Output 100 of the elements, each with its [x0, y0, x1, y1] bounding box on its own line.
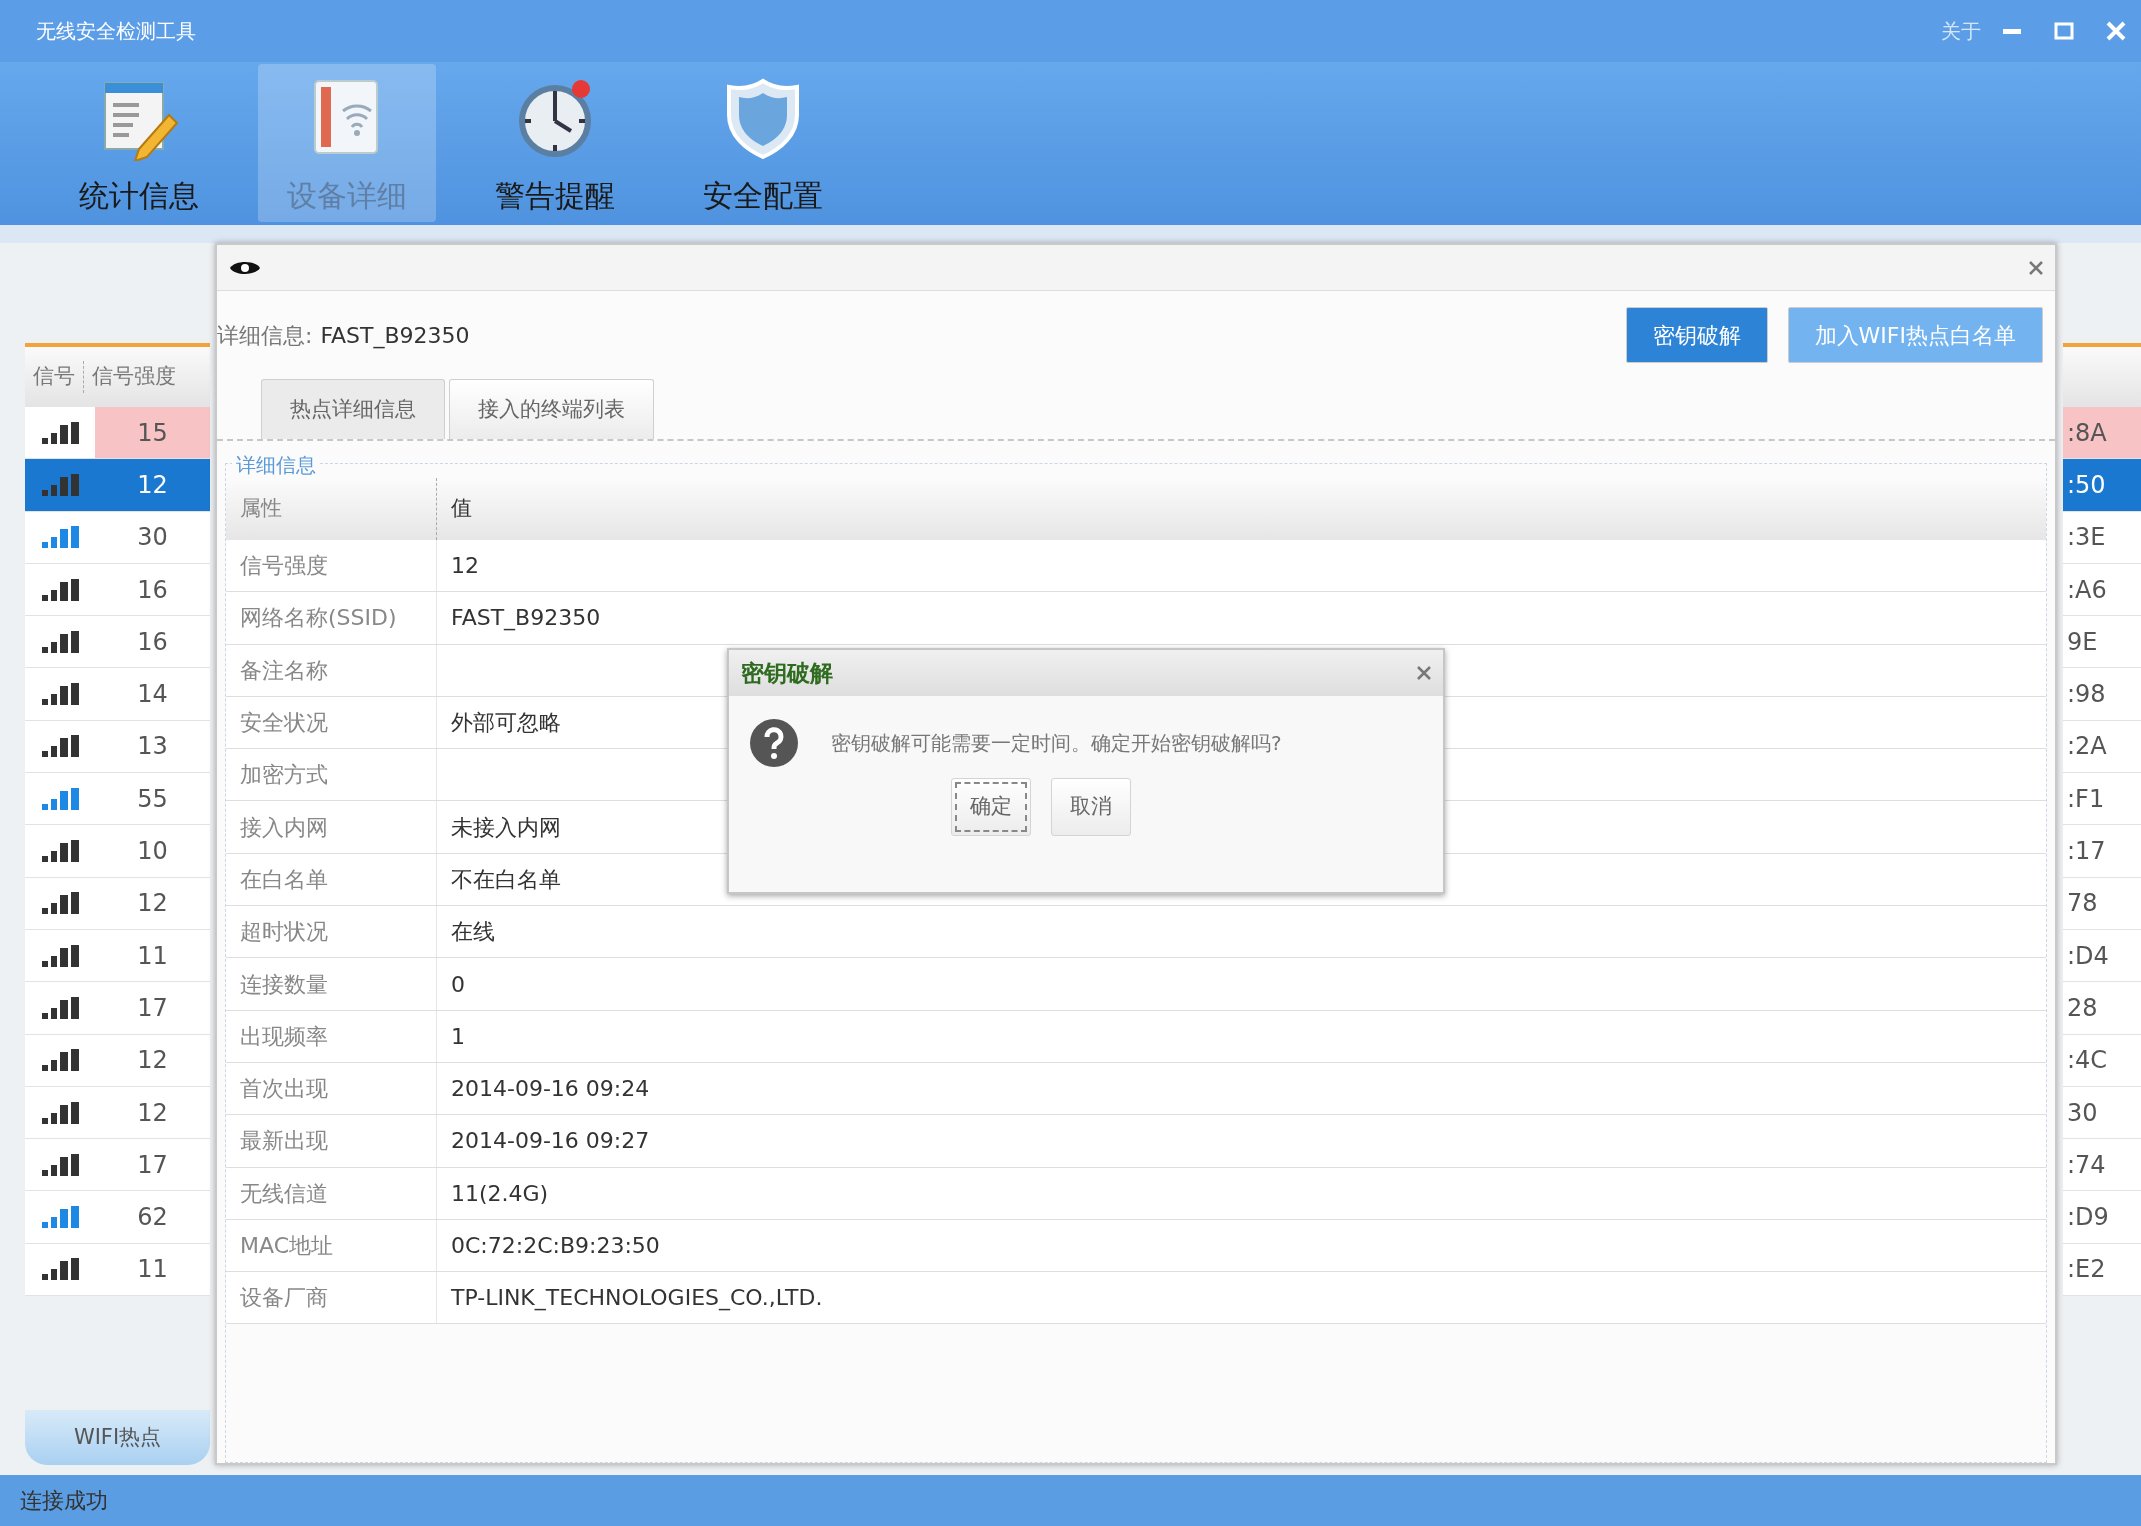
table-row[interactable]: :F1 — [2063, 773, 2141, 826]
table-row[interactable]: 12 — [25, 877, 210, 930]
table-cell-text: :D4 — [2067, 940, 2109, 972]
property-label: 在白名单 — [240, 866, 328, 892]
table-row[interactable]: 9E — [2063, 616, 2141, 669]
property-value: 12 — [451, 552, 479, 581]
table-row[interactable]: 12 — [25, 1086, 210, 1140]
table-row[interactable]: 15 — [25, 407, 210, 460]
table-row[interactable]: 16 — [25, 563, 210, 617]
table-cell-text: :4C — [2067, 1045, 2108, 1077]
table-row[interactable]: 30 — [25, 511, 210, 564]
tab[interactable]: WIFI热点 — [25, 1410, 210, 1465]
table-cell-text: :50 — [2067, 469, 2106, 501]
table-cell-text: 17 — [137, 992, 168, 1024]
table-cell-text: :F1 — [2067, 783, 2105, 815]
property-value: 2014-09-16 09:27 — [451, 1127, 650, 1156]
table-row[interactable]: :50 — [2063, 459, 2141, 512]
property-value: 0C:72:2C:B9:23:50 — [451, 1232, 660, 1260]
table-cell-text: 14 — [137, 679, 168, 711]
table-row[interactable]: 16 — [25, 616, 210, 669]
property-label: 加密方式 — [240, 762, 328, 788]
property-label: 设备厂商 — [240, 1285, 328, 1311]
dialog-button[interactable]: 取消 — [1051, 778, 1131, 836]
column-header: 信号强度 — [91, 363, 176, 391]
property-label: 超时状况 — [240, 919, 328, 945]
table-cell-text: 9E — [2067, 626, 2098, 658]
table-cell-text: 12 — [137, 1045, 168, 1077]
table-row[interactable]: 30 — [2063, 1086, 2141, 1140]
table-row[interactable]: :D9 — [2063, 1191, 2141, 1244]
window-title: 无线安全检测工具 — [36, 18, 196, 45]
table-cell-text: :3E — [2067, 522, 2106, 554]
property-value: 在线 — [451, 918, 495, 947]
table-cell-text: 12 — [137, 888, 168, 920]
table-row[interactable]: :4C — [2063, 1034, 2141, 1087]
table-cell-text: :D9 — [2067, 1202, 2109, 1234]
property-label: 信号强度 — [240, 553, 328, 579]
table-row[interactable]: :98 — [2063, 668, 2141, 721]
property-value: 0 — [451, 970, 465, 999]
table-row[interactable]: 13 — [25, 720, 210, 774]
table-cell-text: :8A — [2067, 417, 2107, 449]
table-row[interactable]: :3E — [2063, 511, 2141, 564]
property-label: 网络名称(SSID) — [240, 605, 397, 631]
table-cell-text: 11 — [137, 1254, 168, 1286]
table-row[interactable]: :74 — [2063, 1139, 2141, 1192]
table-row[interactable]: 28 — [2063, 982, 2141, 1035]
table-row[interactable]: 12 — [25, 1034, 210, 1087]
table-row[interactable]: :17 — [2063, 825, 2141, 878]
ssid-text: FAST_B92350 — [320, 321, 470, 351]
table-row[interactable]: :D4 — [2063, 929, 2141, 983]
property-label: 无线信道 — [240, 1180, 328, 1206]
action-button[interactable]: 密钥破解 — [1625, 307, 1768, 363]
question-icon — [749, 718, 799, 768]
column-header: 信号 — [25, 361, 84, 393]
tab[interactable]: 接入的终端列表 — [449, 379, 654, 439]
property-value: 外部可忽略 — [451, 709, 561, 738]
table-row[interactable]: :2A — [2063, 720, 2141, 774]
dialog-title: 密钥破解 — [741, 658, 833, 688]
table-cell-text: 12 — [137, 1097, 168, 1129]
table-row[interactable]: 11 — [25, 929, 210, 983]
table-cell-text: 62 — [137, 1202, 168, 1234]
tab[interactable]: 热点详细信息 — [261, 379, 445, 439]
table-row[interactable]: 62 — [25, 1191, 210, 1244]
table-row[interactable]: 78 — [2063, 877, 2141, 930]
property-label: 出现频率 — [240, 1023, 328, 1049]
maximize-icon[interactable] — [2053, 20, 2075, 42]
table-row[interactable]: 17 — [25, 982, 210, 1035]
table-row[interactable]: 17 — [25, 1139, 210, 1192]
close-icon[interactable] — [2027, 258, 2045, 277]
toolbar-button[interactable]: 统计信息 — [50, 64, 228, 222]
toolbar-button[interactable]: 警告提醒 — [466, 64, 644, 222]
table-row[interactable]: 55 — [25, 773, 210, 826]
table-cell-text: :A6 — [2067, 574, 2107, 606]
table-row[interactable]: 11 — [25, 1243, 210, 1297]
property-label: 安全状况 — [240, 710, 328, 736]
table-cell-text: :98 — [2067, 679, 2106, 711]
property-label: 接入内网 — [240, 814, 328, 840]
table-cell-text: 17 — [137, 1149, 168, 1181]
table-row[interactable]: :E2 — [2063, 1243, 2141, 1297]
detail-label: 详细信息: — [217, 321, 313, 350]
dialog-button[interactable]: 确定 — [951, 778, 1031, 836]
table-row[interactable]: 12 — [25, 459, 210, 512]
table-cell-text: 78 — [2067, 888, 2098, 920]
property-label: 连接数量 — [240, 971, 328, 997]
property-value: 11(2.4G) — [451, 1179, 549, 1208]
property-value: 2014-09-16 09:24 — [451, 1075, 650, 1104]
property-value: 不在白名单 — [451, 865, 561, 894]
table-cell-text: 10 — [137, 836, 168, 867]
table-cell-text: 55 — [137, 783, 168, 815]
table-cell-text: 13 — [137, 731, 168, 763]
table-cell-text: :17 — [2067, 836, 2106, 867]
table-row[interactable]: :A6 — [2063, 563, 2141, 617]
table-row[interactable]: 14 — [25, 668, 210, 721]
table-cell-text: 11 — [137, 940, 168, 972]
property-value: FAST_B92350 — [451, 604, 601, 633]
close-icon[interactable] — [1415, 664, 1433, 682]
property-value: 未接入内网 — [451, 813, 561, 842]
status-text: 连接成功 — [20, 1487, 108, 1515]
table-row[interactable]: 10 — [25, 825, 210, 878]
toolbar-button[interactable]: 安全配置 — [674, 64, 852, 222]
table-row[interactable]: :8A — [2063, 407, 2141, 460]
